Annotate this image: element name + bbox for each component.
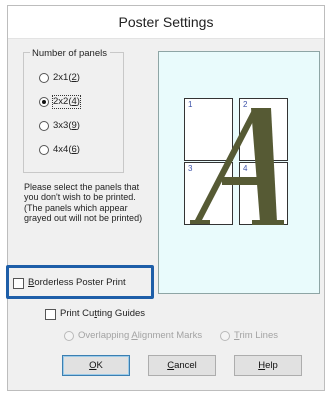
print-cutting-guides-checkbox[interactable]: Print Cutting Guides xyxy=(45,307,145,321)
cutting-guides-label: Print Cutting Guides xyxy=(60,308,146,319)
radio-3x3-label: 3x3(9) xyxy=(53,120,80,131)
panels-group-title: Number of panels xyxy=(30,48,110,59)
checkbox-box[interactable] xyxy=(45,308,56,320)
instructions-text: Please select the panels that you don't … xyxy=(24,182,143,224)
radio-button-icon[interactable] xyxy=(220,331,230,341)
radio-button-icon[interactable] xyxy=(39,73,49,83)
radio-selected-dot xyxy=(42,100,46,104)
radio-button-icon[interactable] xyxy=(64,331,74,341)
overlapping-alignment-marks-radio[interactable]: Overlapping Alignment Marks xyxy=(64,329,202,343)
ok-button[interactable]: OK xyxy=(62,355,130,376)
radio-2x2[interactable]: 2x2(4) xyxy=(39,95,81,109)
borderless-poster-print-checkbox[interactable]: Borderless Poster Print xyxy=(13,276,126,290)
radio-4x4[interactable]: 4x4(6) xyxy=(39,143,80,157)
radio-2x2-label: 2x2(4) xyxy=(52,95,81,109)
radio-2x1-label: 2x1(2) xyxy=(53,72,80,83)
radio-button-icon[interactable] xyxy=(39,121,49,131)
dialog-title: Poster Settings xyxy=(8,6,324,39)
checkbox-box[interactable] xyxy=(13,277,24,289)
radio-button-icon[interactable] xyxy=(39,145,49,155)
overlapping-label: Overlapping Alignment Marks xyxy=(78,330,203,341)
radio-3x3[interactable]: 3x3(9) xyxy=(39,119,80,133)
trim-lines-radio[interactable]: Trim Lines xyxy=(220,329,278,343)
poster-preview: 1 2 3 4 xyxy=(158,51,320,294)
borderless-label: Borderless Poster Print xyxy=(28,277,126,288)
help-button[interactable]: Help xyxy=(234,355,302,376)
trim-lines-label: Trim Lines xyxy=(234,330,278,341)
radio-4x4-label: 4x4(6) xyxy=(53,144,80,155)
radio-2x1[interactable]: 2x1(2) xyxy=(39,71,80,85)
radio-button-icon[interactable] xyxy=(39,97,49,107)
poster-glyph-a-icon xyxy=(190,108,284,225)
cancel-button[interactable]: Cancel xyxy=(148,355,216,376)
